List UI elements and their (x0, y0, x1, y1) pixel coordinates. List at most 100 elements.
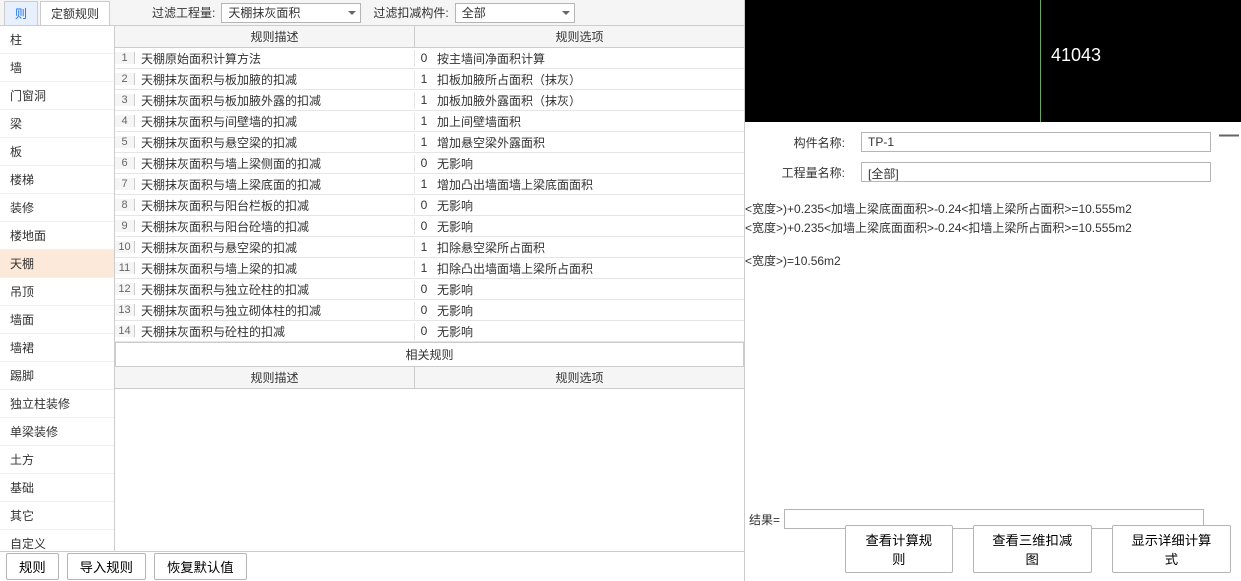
table-row[interactable]: 5天棚抹灰面积与悬空梁的扣减1增加悬空梁外露面积 (115, 132, 744, 153)
left-panel: 则 定额规则 过滤工程量: 天棚抹灰面积 过滤扣减构件: 全部 柱墙门窗洞梁板楼… (0, 0, 745, 581)
row-number: 11 (115, 262, 135, 274)
rule-opt-text: 增加悬空梁外露面积 (433, 134, 744, 151)
view-3d-deduct-button[interactable]: 查看三维扣减图 (973, 525, 1092, 573)
rule-desc: 天棚抹灰面积与墙上梁侧面的扣减 (135, 155, 415, 172)
row-number: 10 (115, 241, 135, 253)
row-number: 3 (115, 94, 135, 106)
sidebar-item[interactable]: 板 (0, 138, 114, 166)
rule-opt-text: 无影响 (433, 323, 744, 340)
table-row[interactable]: 9天棚抹灰面积与阳台砼墙的扣减0无影响 (115, 216, 744, 237)
comp-name-label: 构件名称: (775, 134, 845, 151)
formula-line-1: <宽度>)+0.235<加墙上梁底面面积>-0.24<扣墙上梁所占面积>=10.… (745, 200, 1237, 219)
sidebar-item[interactable]: 墙 (0, 54, 114, 82)
restore-default-button[interactable]: 恢复默认值 (154, 553, 247, 580)
table-row[interactable]: 11天棚抹灰面积与墙上梁的扣减1扣除凸出墙面墙上梁所占面积 (115, 258, 744, 279)
filter-qty-select[interactable]: 天棚抹灰面积 (221, 3, 361, 23)
table-row[interactable]: 14天棚抹灰面积与砼柱的扣减0无影响 (115, 321, 744, 342)
rule-opt-text: 无影响 (433, 281, 744, 298)
table-row[interactable]: 4天棚抹灰面积与间壁墙的扣减1加上间壁墙面积 (115, 111, 744, 132)
rule-opt-text: 无影响 (433, 155, 744, 172)
col-desc-header: 规则描述 (135, 26, 415, 47)
rule-opt-code: 0 (415, 324, 433, 338)
rule-opt-text: 按主墙间净面积计算 (433, 50, 744, 67)
table-row[interactable]: 7天棚抹灰面积与墙上梁底面的扣减1增加凸出墙面墙上梁底面面积 (115, 174, 744, 195)
sidebar-item[interactable]: 土方 (0, 446, 114, 474)
formula-line-3: <宽度>)=10.56m2 (745, 252, 1237, 271)
sidebar-item[interactable]: 踢脚 (0, 362, 114, 390)
related-body (115, 389, 744, 551)
col-opt-header: 规则选项 (415, 26, 744, 47)
filter-comp-label: 过滤扣减构件: (373, 4, 448, 21)
table-row[interactable]: 12天棚抹灰面积与独立砼柱的扣减0无影响 (115, 279, 744, 300)
table-row[interactable]: 8天棚抹灰面积与阳台栏板的扣减0无影响 (115, 195, 744, 216)
sidebar-item[interactable]: 单梁装修 (0, 418, 114, 446)
sidebar-item[interactable]: 自定义 (0, 530, 114, 551)
rule-opt-code: 1 (415, 177, 433, 191)
sidebar-item[interactable]: 墙裙 (0, 334, 114, 362)
sidebar-item[interactable]: 柱 (0, 26, 114, 54)
show-detail-calc-button[interactable]: 显示详细计算式 (1112, 525, 1231, 573)
sidebar-item[interactable]: 楼梯 (0, 166, 114, 194)
rule-desc: 天棚抹灰面积与间壁墙的扣减 (135, 113, 415, 130)
rules-table-body[interactable]: 1天棚原始面积计算方法0按主墙间净面积计算2天棚抹灰面积与板加腋的扣减1扣板加腋… (115, 48, 744, 342)
rule-opt-text: 无影响 (433, 302, 744, 319)
rule-desc: 天棚抹灰面积与墙上梁的扣减 (135, 260, 415, 277)
minimize-icon[interactable]: — (1219, 128, 1239, 142)
rule-desc: 天棚抹灰面积与板加腋的扣减 (135, 71, 415, 88)
rule-opt-code: 1 (415, 135, 433, 149)
sidebar-item[interactable]: 装修 (0, 194, 114, 222)
view-calc-rules-button[interactable]: 查看计算规则 (845, 525, 953, 573)
row-number: 1 (115, 52, 135, 64)
filter-qty-label: 过滤工程量: (152, 4, 215, 21)
sidebar-item[interactable]: 独立柱装修 (0, 390, 114, 418)
sidebar-item[interactable]: 天棚 (0, 250, 114, 278)
rules-area: 规则描述 规则选项 1天棚原始面积计算方法0按主墙间净面积计算2天棚抹灰面积与板… (115, 26, 744, 551)
filter-comp-value: 全部 (462, 6, 486, 20)
rule-opt-text: 扣除凸出墙面墙上梁所占面积 (433, 260, 744, 277)
comp-name-input[interactable]: TP-1 (861, 132, 1211, 152)
row-number: 6 (115, 157, 135, 169)
top-tabs: 则 定额规则 过滤工程量: 天棚抹灰面积 过滤扣减构件: 全部 (0, 0, 744, 26)
rule-opt-text: 扣除悬空梁所占面积 (433, 239, 744, 256)
rule-opt-code: 1 (415, 72, 433, 86)
filter-comp-select[interactable]: 全部 (455, 3, 575, 23)
detail-fields: 构件名称: TP-1 工程量名称: [全部] (745, 122, 1241, 192)
row-number: 13 (115, 304, 135, 316)
row-number: 12 (115, 283, 135, 295)
row-number: 7 (115, 178, 135, 190)
table-row[interactable]: 6天棚抹灰面积与墙上梁侧面的扣减0无影响 (115, 153, 744, 174)
qty-name-input[interactable]: [全部] (861, 162, 1211, 182)
sidebar-item[interactable]: 墙面 (0, 306, 114, 334)
tab-quota-rules[interactable]: 定额规则 (40, 1, 110, 25)
crosshair-vertical (1040, 0, 1041, 122)
row-number: 4 (115, 115, 135, 127)
rule-desc: 天棚抹灰面积与独立砌体柱的扣减 (135, 302, 415, 319)
table-row[interactable]: 2天棚抹灰面积与板加腋的扣减1扣板加腋所占面积（抹灰） (115, 69, 744, 90)
table-row[interactable]: 13天棚抹灰面积与独立砌体柱的扣减0无影响 (115, 300, 744, 321)
sidebar-item[interactable]: 吊顶 (0, 278, 114, 306)
sidebar-item[interactable]: 梁 (0, 110, 114, 138)
row-number: 5 (115, 136, 135, 148)
rule-opt-code: 0 (415, 282, 433, 296)
table-row[interactable]: 3天棚抹灰面积与板加腋外露的扣减1加板加腋外露面积（抹灰） (115, 90, 744, 111)
rule-desc: 天棚原始面积计算方法 (135, 50, 415, 67)
viewport-3d[interactable]: 41043 (745, 0, 1241, 122)
sidebar-item[interactable]: 基础 (0, 474, 114, 502)
rule-opt-text: 加板加腋外露面积（抹灰） (433, 92, 744, 109)
formula-line-2: <宽度>)+0.235<加墙上梁底面面积>-0.24<扣墙上梁所占面积>=10.… (745, 219, 1237, 238)
import-rules-button[interactable]: 导入规则 (67, 553, 146, 580)
rules-button[interactable]: 规则 (6, 553, 59, 580)
row-number: 9 (115, 220, 135, 232)
rule-opt-code: 0 (415, 156, 433, 170)
rule-desc: 天棚抹灰面积与砼柱的扣减 (135, 323, 415, 340)
sidebar-item[interactable]: 其它 (0, 502, 114, 530)
related-col-desc: 规则描述 (135, 367, 415, 388)
sidebar-item[interactable]: 楼地面 (0, 222, 114, 250)
filter-qty-value: 天棚抹灰面积 (228, 6, 300, 20)
table-row[interactable]: 10天棚抹灰面积与悬空梁的扣减1扣除悬空梁所占面积 (115, 237, 744, 258)
sidebar-item[interactable]: 门窗洞 (0, 82, 114, 110)
table-row[interactable]: 1天棚原始面积计算方法0按主墙间净面积计算 (115, 48, 744, 69)
tab-rules[interactable]: 则 (4, 1, 38, 25)
rule-opt-text: 增加凸出墙面墙上梁底面面积 (433, 176, 744, 193)
rule-opt-code: 0 (415, 198, 433, 212)
